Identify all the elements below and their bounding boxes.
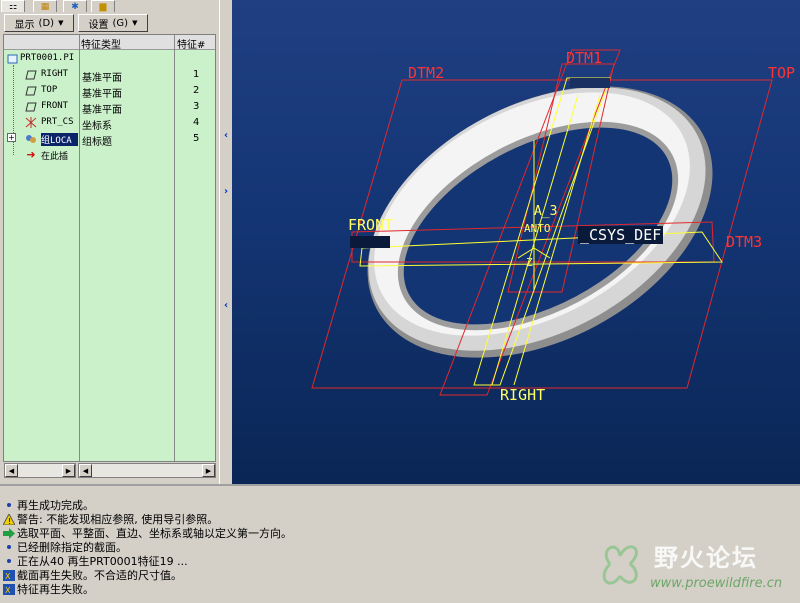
model-tree[interactable]: 特征类型 特征# PRT0001.PI RIGHT 基准平面 1 TOP 基准平… [3,34,216,462]
svg-text:!: ! [8,517,11,525]
tree-item-num: 5 [193,133,200,144]
label-dtm2[interactable]: DTM2 [408,64,444,82]
label-csys-prefix: ANTO [524,222,551,235]
label-axis-a3[interactable]: A_3 [534,204,557,219]
datum-plane-icon [25,69,37,80]
message-line: ! 警告: 不能发现相应参照, 使用导引参照。 [2,512,218,526]
collapse-arrow-icon[interactable]: ‹ [220,130,232,141]
settings-shortcut: (G) [112,17,129,29]
scroll-right-button[interactable]: ▶ [202,464,215,477]
ring-highlight [570,78,610,88]
tree-icon: ⚏ [8,1,18,12]
tree-item-num: 2 [193,85,200,96]
layer-tree-tab[interactable]: ▦ [33,0,57,12]
tree-item-num: 4 [193,117,200,128]
folder-tab[interactable]: ▆ [91,0,115,12]
message-line: 正在从40 再生PRT0001特征19 ... [2,554,188,568]
display-shortcut: (D) [38,17,55,29]
site-watermark: 野火论坛 www.proewildfire.cn [588,534,796,596]
watermark-url: www.proewildfire.cn [650,576,783,591]
scroll-left-button[interactable]: ◀ [5,464,18,477]
scroll-left-button[interactable]: ◀ [79,464,92,477]
label-front[interactable]: FRONT [348,216,393,234]
datum-plane-icon [25,85,37,96]
info-dot-icon [2,555,16,567]
display-label: 显示 [14,19,35,31]
chevron-down-icon: ▼ [132,19,138,27]
col-header-num[interactable]: 特征# [177,36,205,51]
label-csys-def[interactable]: _CSYS_DEF [578,226,664,244]
ring-highlight [350,236,390,248]
label-dtm3[interactable]: DTM3 [726,233,762,251]
part-icon [6,53,18,64]
panel-splitter[interactable]: ‹ › ‹ [219,0,231,484]
tree-header: 特征类型 特征# [4,35,215,51]
warning-icon: ! [2,513,16,525]
tree-item-label: 组LOCA [41,133,78,146]
tree-item-num: 1 [193,69,200,80]
tree-item-label: 在此插 [41,152,69,162]
error-icon: X [2,569,16,581]
tree-item-front[interactable]: FRONT 基准平面 3 [4,101,215,117]
tree-item-insert-here[interactable]: ➜ 在此插 [4,148,215,165]
expand-icon[interactable]: + [7,133,16,142]
label-z-axis: Z [526,256,533,269]
graphics-window[interactable]: DTM2 DTM1 TOP FRONT A_3 ANTO _CSYS_DEF D… [232,0,800,484]
message-line: 再生成功完成。 [2,498,94,512]
prompt-arrow-icon [2,527,16,539]
expand-arrow-icon[interactable]: › [220,186,232,197]
insert-arrow-icon: ➜ [26,148,36,161]
tree-item-group[interactable]: + 组LOCA 组标题 5 [4,133,215,149]
tree-item-type: 坐标系 [82,121,112,132]
tree-item-num: 3 [193,101,200,112]
tree-item-type: 基准平面 [82,105,122,116]
datum-plane-icon [25,101,37,112]
tree-item-top[interactable]: TOP 基准平面 2 [4,85,215,101]
tree-item-label: PRT_CS [41,117,74,127]
chevron-down-icon: ▼ [58,19,64,27]
tree-item-label: TOP [41,85,58,95]
col-header-type[interactable]: 特征类型 [81,36,121,51]
layer-icon: ▦ [40,1,50,12]
tree-root-item[interactable]: PRT0001.PI [4,53,215,69]
error-icon: X [2,583,16,595]
info-dot-icon [2,541,16,553]
tree-item-type: 组标题 [82,137,112,148]
model-tree-tab[interactable]: ⚏ [1,0,25,12]
tree-item-type: 基准平面 [82,89,122,100]
message-line: 已经删除指定的截面。 [2,540,127,554]
info-dot-icon [2,499,16,511]
message-line: X 截面再生失败。不合适的尺寸值。 [2,568,182,582]
message-line: X 特征再生失败。 [2,582,94,596]
label-right[interactable]: RIGHT [500,386,545,404]
message-line: 选取平面、平整面、直边、坐标系或轴以定义第一方向。 [2,526,292,540]
display-menu-button[interactable]: 显示 (D) ▼ [4,14,74,32]
message-text: 特征再生失败。 [17,583,94,596]
model-tree-panel: ⚏ ▦ ✱ ▆ 显示 (D) ▼ 设置 (G) ▼ 特征类型 特征# PRT00… [0,0,228,484]
label-top[interactable]: TOP [768,64,795,82]
collapse-arrow-icon[interactable]: ‹ [220,300,232,311]
tree-item-right[interactable]: RIGHT 基准平面 1 [4,69,215,85]
tree-item-type: 基准平面 [82,73,122,84]
svg-text:X: X [5,586,11,595]
tree-item-label: RIGHT [41,69,69,79]
columns-scrollbar[interactable]: ◀ ▶ [78,463,216,478]
tree-item-label: FRONT [41,101,69,111]
tree-root-label: PRT0001.PI [20,53,75,63]
svg-text:X: X [5,572,11,581]
label-dtm1[interactable]: DTM1 [566,49,602,67]
settings-menu-button[interactable]: 设置 (G) ▼ [78,14,148,32]
tree-item-csys[interactable]: PRT_CS 坐标系 4 [4,117,215,133]
coordinate-system-icon [25,117,37,128]
group-icon [25,133,37,144]
favorites-tab[interactable]: ✱ [63,0,87,12]
name-column-scrollbar[interactable]: ◀ ▶ [4,463,76,478]
folder-icon: ▆ [99,1,107,12]
scroll-right-button[interactable]: ▶ [62,464,75,477]
settings-label: 设置 [88,19,109,31]
star-icon: ✱ [71,1,79,12]
watermark-title: 野火论坛 [654,544,758,572]
